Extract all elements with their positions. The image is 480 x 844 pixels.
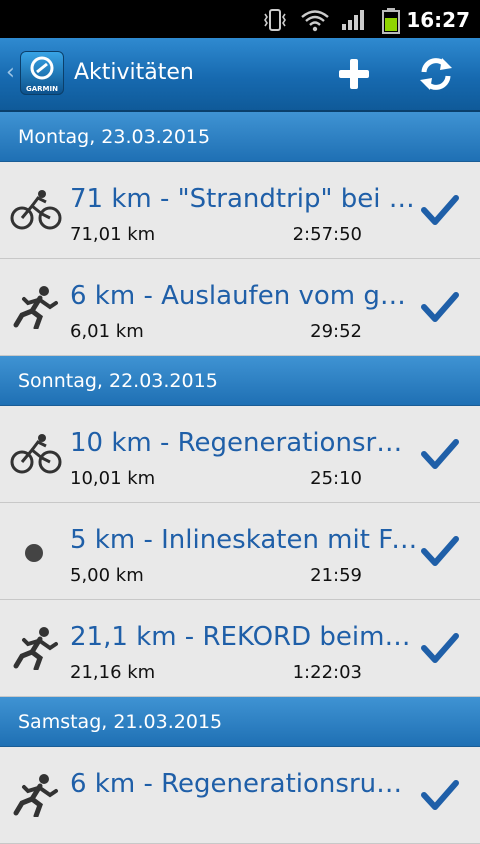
runner-icon xyxy=(10,773,62,819)
activity-row[interactable]: 71 km - "Strandtrip" bei Tramonta… 71,01 … xyxy=(0,162,480,259)
activity-row[interactable]: 5 km - Inlineskaten mit Freunden 5,00 km 2… xyxy=(0,503,480,600)
action-bar: ‹ GARMIN Aktivitäten xyxy=(0,38,480,112)
section-header-date: Sonntag, 22.03.2015 xyxy=(0,356,480,406)
activity-duration: 1:22:03 xyxy=(292,662,362,683)
checkmark-icon[interactable] xyxy=(420,192,460,228)
checkmark-icon[interactable] xyxy=(420,436,460,472)
activity-duration: 29:52 xyxy=(310,321,362,342)
activity-duration: 25:10 xyxy=(310,468,362,489)
bicycle-icon xyxy=(10,188,62,232)
sync-icon[interactable] xyxy=(416,54,456,94)
activity-distance: 5,00 km xyxy=(70,565,144,586)
runner-icon xyxy=(10,285,62,331)
section-header-date: Montag, 23.03.2015 xyxy=(0,112,480,162)
battery-icon xyxy=(382,8,400,34)
activity-name: 5 km - Inlineskaten mit Freunden xyxy=(70,525,418,555)
activity-duration: 2:57:50 xyxy=(292,224,362,245)
activity-distance: 21,16 km xyxy=(70,662,156,683)
checkmark-icon[interactable] xyxy=(420,777,460,813)
status-bar: 16:27 xyxy=(0,0,480,38)
activity-row[interactable]: 10 km - Regenerationsrunde 10,01 km 25:10 xyxy=(0,406,480,503)
section-header-date: Samstag, 21.03.2015 xyxy=(0,697,480,747)
wifi-icon xyxy=(301,10,329,32)
logo-brand-text: GARMIN xyxy=(26,85,58,93)
activity-duration: 21:59 xyxy=(310,565,362,586)
activity-distance: 10,01 km xyxy=(70,468,156,489)
activity-distance: 6,01 km xyxy=(70,321,144,342)
activity-name: 6 km - Regenerationsrunde xyxy=(70,769,418,799)
activity-name: 71 km - "Strandtrip" bei Tramonta… xyxy=(70,184,418,214)
connect-logo-icon xyxy=(30,56,54,80)
dot-icon xyxy=(10,529,62,573)
garmin-app-logo[interactable]: GARMIN xyxy=(20,51,64,95)
activity-name: 21,1 km - REKORD beim "Halbmarathon" xyxy=(70,622,418,652)
chevron-left-icon[interactable]: ‹ xyxy=(6,60,15,85)
activity-row[interactable]: 6 km - Regenerationsrunde xyxy=(0,747,480,844)
activity-list[interactable]: Montag, 23.03.2015 71 km - "Strandtrip" b… xyxy=(0,112,480,844)
activity-name: 10 km - Regenerationsrunde xyxy=(70,428,418,458)
activity-name: 6 km - Auslaufen vom gestrigen Lauf xyxy=(70,281,418,311)
checkmark-icon[interactable] xyxy=(420,533,460,569)
checkmark-icon[interactable] xyxy=(420,289,460,325)
runner-icon xyxy=(10,626,62,672)
status-time: 16:27 xyxy=(406,8,470,32)
plus-icon[interactable] xyxy=(334,54,374,94)
signal-icon xyxy=(342,10,364,30)
bicycle-icon xyxy=(10,432,62,476)
activity-row[interactable]: 6 km - Auslaufen vom gestrigen Lauf 6,01 … xyxy=(0,259,480,356)
activity-row[interactable]: 21,1 km - REKORD beim "Halbmarathon" 21,1… xyxy=(0,600,480,697)
checkmark-icon[interactable] xyxy=(420,630,460,666)
page-title: Aktivitäten xyxy=(74,60,194,85)
activity-distance: 71,01 km xyxy=(70,224,156,245)
vibrate-icon xyxy=(264,9,286,31)
